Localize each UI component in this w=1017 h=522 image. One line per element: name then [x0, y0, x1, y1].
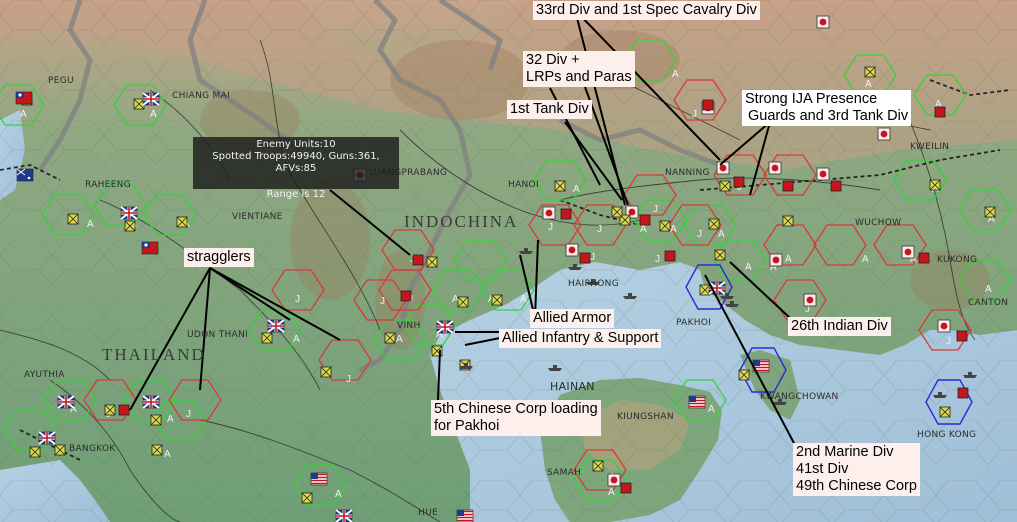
annotation-ija-line1: Strong IJA Presence	[745, 91, 878, 107]
svg-text:A: A	[745, 262, 752, 273]
annotation-32-div-line2: LRPs and Paras	[526, 69, 632, 85]
svg-text:A: A	[20, 109, 27, 120]
place-label-kukong: KUKONG	[937, 255, 978, 265]
svg-text:A: A	[150, 109, 157, 120]
svg-text:A: A	[640, 224, 647, 235]
place-label-ayuthia: AYUTHIA	[24, 370, 65, 380]
place-label-chiang-mai: CHIANG MAI	[172, 91, 231, 101]
svg-text:A: A	[672, 69, 679, 80]
svg-text:J: J	[655, 254, 660, 265]
tooltip-spotted: Spotted Troops:49940, Guns:361, AFVs:85	[212, 151, 380, 174]
tooltip-range: Range is 12	[266, 189, 326, 200]
annotation-32-div-line1: 32 Div +	[526, 52, 580, 68]
annotation-5th-chinese-line1: 5th Chinese Corp loading	[434, 401, 598, 417]
annotation-32-div: 32 Div + LRPs and Paras	[523, 51, 635, 87]
annotation-cavalry: 33rd Div and 1st Spec Cavalry Div	[533, 1, 760, 20]
annotation-26th-indian: 26th Indian Div	[788, 317, 891, 336]
place-label-pakhoi: PAKHOI	[676, 318, 712, 328]
place-label-hanoi: HANOI	[508, 180, 539, 190]
place-label-pegu: PEGU	[48, 76, 74, 86]
place-label-kweilin: KWEILIN	[910, 142, 950, 152]
svg-text:J: J	[946, 336, 951, 347]
svg-text:A: A	[87, 219, 94, 230]
australia-flag-icon	[16, 168, 34, 182]
svg-text:A: A	[167, 414, 174, 425]
svg-text:A: A	[670, 224, 677, 235]
svg-text:A: A	[396, 334, 403, 345]
svg-text:J: J	[186, 409, 191, 420]
svg-text:A: A	[164, 449, 171, 460]
annotation-marine-line2: 41st Div	[796, 461, 849, 477]
svg-text:J: J	[380, 296, 385, 307]
svg-text:A: A	[335, 489, 342, 500]
place-label-raheeng: RAHEENG	[85, 180, 131, 190]
svg-text:J: J	[590, 252, 595, 263]
svg-text:A: A	[573, 184, 580, 195]
place-label-vinh: VINH	[397, 321, 421, 331]
annotation-5th-chinese-line2: for Pakhoi	[434, 418, 500, 434]
svg-text:J: J	[295, 294, 300, 305]
annotation-marine-line3: 49th Chinese Corp	[796, 478, 917, 494]
annotation-marine-line1: 2nd Marine Div	[796, 444, 894, 460]
svg-text:J: J	[597, 224, 602, 235]
svg-text:J: J	[548, 222, 553, 233]
place-label-samah: SAMAH	[547, 468, 582, 478]
annotation-allied-infantry: Allied Infantry & Support	[499, 329, 662, 348]
annotation-stragglers: stragglers	[184, 248, 254, 267]
annotation-marine: 2nd Marine Div 41st Div 49th Chinese Cor…	[793, 443, 920, 496]
place-label-bangkok: BANGKOK	[69, 444, 116, 454]
svg-text:A: A	[708, 404, 715, 415]
svg-text:A: A	[865, 79, 872, 90]
place-label-vientiane: VIENTIANE	[232, 212, 283, 222]
svg-text:A: A	[293, 334, 300, 345]
svg-text:A: A	[608, 487, 615, 498]
place-label-hue: HUE	[418, 508, 438, 518]
annotation-allied-armor: Allied Armor	[530, 309, 615, 328]
svg-text:A: A	[520, 294, 527, 305]
svg-text:A: A	[862, 254, 869, 265]
svg-text:A: A	[985, 284, 992, 295]
place-label-hong-kong: HONG KONG	[917, 430, 977, 440]
svg-text:J: J	[346, 374, 351, 385]
svg-text:J: J	[697, 229, 702, 240]
region-label-indochina: INDOCHINA	[404, 212, 519, 231]
svg-text:A: A	[718, 229, 725, 240]
place-label-haiphong: HAIPHONG	[568, 279, 619, 289]
place-label-kiungshan: KIUNGSHAN	[617, 412, 674, 422]
annotation-5th-chinese: 5th Chinese Corp loading for Pakhoi	[431, 400, 601, 436]
place-label-kwangchowan: KWANGCHOWAN	[760, 392, 839, 402]
region-label-thailand: THAILAND	[102, 345, 206, 364]
svg-text:A: A	[785, 254, 792, 265]
enemy-info-tooltip: Enemy Units:10 Spotted Troops:49940, Gun…	[193, 137, 399, 200]
annotation-1st-tank: 1st Tank Div	[507, 100, 592, 119]
svg-text:J: J	[692, 109, 697, 120]
tooltip-enemy-units: Enemy Units:10	[256, 139, 336, 150]
annotation-ija-line2: Guards and 3rd Tank Div	[748, 108, 909, 124]
svg-text:J: J	[653, 204, 658, 215]
place-label-wuchow: WUCHOW	[855, 218, 902, 228]
place-label-nanning: NANNING	[665, 168, 710, 178]
annotation-ija: Strong IJA Presence Guards and 3rd Tank …	[742, 90, 912, 126]
place-label-canton: CANTON	[968, 298, 1009, 308]
place-label-udon-thani: UDON THANI	[187, 330, 249, 340]
place-label-hainan: HAINAN	[550, 380, 595, 393]
